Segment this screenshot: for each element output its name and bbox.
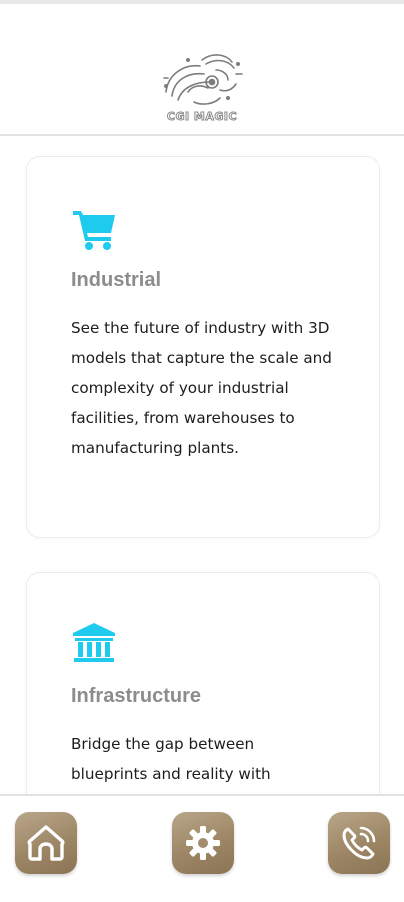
cgi-magic-logo: CGI MAGIC — [158, 48, 246, 132]
card-title: Infrastructure — [71, 685, 202, 707]
phone-icon — [342, 826, 376, 860]
home-button[interactable] — [15, 812, 77, 874]
logo-text: CGI MAGIC — [166, 110, 238, 124]
card-description: See the future of industry with 3D model… — [71, 319, 332, 457]
call-button[interactable] — [328, 812, 390, 874]
gear-icon — [186, 826, 220, 860]
logo-graphic — [163, 54, 243, 105]
card-description: Bridge the gap between blueprints and re… — [71, 735, 271, 783]
home-icon — [27, 825, 65, 861]
service-card-industrial[interactable]: Industrial See the future of industry wi… — [26, 156, 380, 538]
service-card-infrastructure[interactable]: Infrastructure Bridge the gap between bl… — [26, 572, 380, 794]
bottom-navigation — [0, 794, 404, 902]
card-title: Industrial — [71, 269, 162, 291]
services-list[interactable]: Industrial See the future of industry wi… — [0, 136, 404, 794]
shopping-cart-icon — [71, 205, 117, 251]
settings-button[interactable] — [172, 812, 234, 874]
app-header: CGI MAGIC — [0, 4, 404, 136]
building-columns-icon — [71, 621, 117, 667]
